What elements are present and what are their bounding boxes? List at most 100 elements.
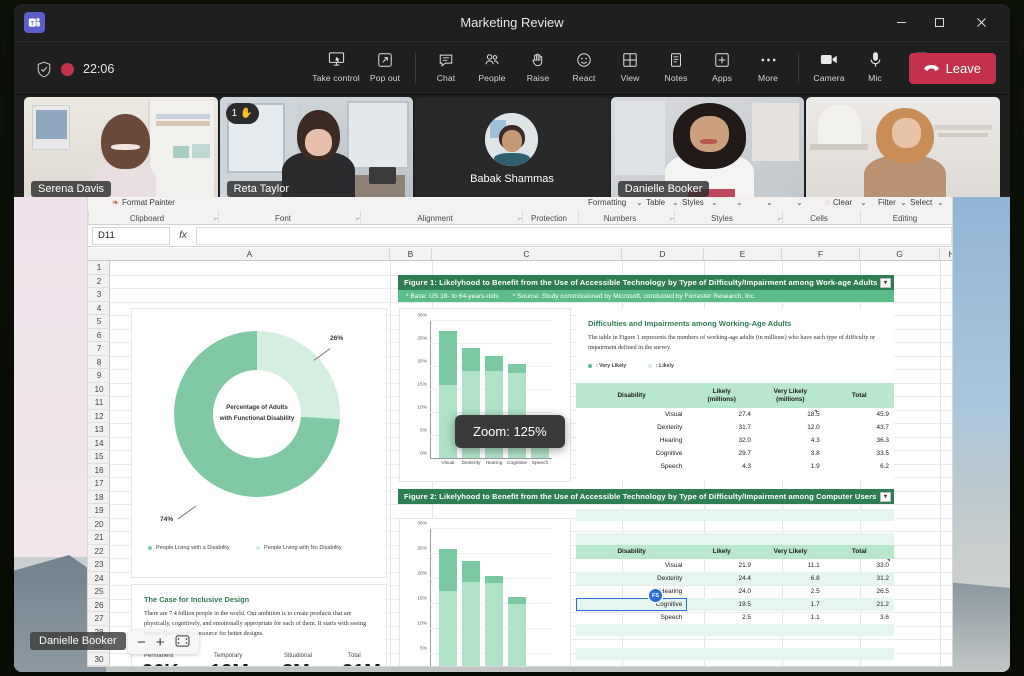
minimize-button[interactable] xyxy=(882,4,920,41)
camera-button[interactable]: Camera xyxy=(806,42,852,83)
zoom-controls[interactable]: − + xyxy=(128,630,199,654)
column-header-A[interactable]: A xyxy=(110,248,390,261)
row-header-15[interactable]: 15 xyxy=(88,450,110,464)
row-header-26[interactable]: 26 xyxy=(88,599,110,612)
row-header-10[interactable]: 10 xyxy=(88,383,110,396)
conditional-formatting-label[interactable]: Formatting xyxy=(588,198,626,207)
insert-cells-chevron-icon[interactable]: ⌄ xyxy=(736,198,743,207)
table-row[interactable]: Speech 4.3 1.9 6.2 xyxy=(576,460,894,473)
table-row[interactable]: Hearing 24.0 2.5 26.5 xyxy=(576,585,894,598)
table-row[interactable]: Cognitive 29.7 3.8 33.5 xyxy=(576,447,894,460)
row-header-23[interactable]: 23 xyxy=(88,558,110,572)
filter-label[interactable]: Filter xyxy=(878,198,896,207)
row-header-11[interactable]: 11 xyxy=(88,396,110,410)
participant-tile-danielle-booker[interactable]: Danielle Booker xyxy=(610,97,805,203)
row-header-19[interactable]: 19 xyxy=(88,504,110,518)
zoom-in-button[interactable]: + xyxy=(156,635,165,650)
leave-button[interactable]: Leave xyxy=(908,53,996,84)
comment-flag-icon[interactable] xyxy=(887,559,890,562)
zoom-out-button[interactable]: − xyxy=(137,635,146,650)
table-row[interactable]: Dexterity 24.4 6.8 31.2 xyxy=(576,572,894,585)
column-header-F[interactable]: F xyxy=(782,248,860,261)
y-tick-25: 25% xyxy=(417,336,427,342)
x-axis xyxy=(430,458,552,459)
row-header-8[interactable]: 8 xyxy=(88,356,110,369)
take-control-button[interactable]: Take control xyxy=(310,42,362,83)
mic-button[interactable]: Mic xyxy=(852,42,898,83)
selected-cell[interactable] xyxy=(576,598,687,611)
format-cells-chevron-icon[interactable]: ⌄ xyxy=(796,198,803,207)
fit-to-screen-icon[interactable] xyxy=(175,634,190,650)
table-row[interactable]: Dexterity 31.7 12.0 43.7 xyxy=(576,421,894,434)
row-header-14[interactable]: 14 xyxy=(88,437,110,450)
column-header-B[interactable]: B xyxy=(390,248,432,261)
table-row[interactable]: Speech 2.5 1.1 3.6 xyxy=(576,611,894,624)
notes-button[interactable]: Notes xyxy=(653,42,699,83)
more-button[interactable]: More xyxy=(745,42,791,83)
legend-label-likely: : Likely xyxy=(656,363,674,369)
format-painter-label[interactable]: Format Painter xyxy=(122,198,175,207)
table-row[interactable]: Visual 21.9 11.1 33.0 xyxy=(576,559,894,572)
participant-tile-serena-davis[interactable]: Serena Davis xyxy=(24,97,218,203)
name-box[interactable]: D11 xyxy=(92,226,170,245)
column-header-D[interactable]: D xyxy=(622,248,704,261)
row-header-17[interactable]: 17 xyxy=(88,477,110,491)
insert-function-icon[interactable]: fx xyxy=(170,230,196,241)
view-button[interactable]: View xyxy=(607,42,653,83)
row-header-25[interactable]: 25 xyxy=(88,585,110,599)
gridline-vertical xyxy=(940,261,941,666)
row-header-4[interactable]: 4 xyxy=(88,302,110,315)
row-header-22[interactable]: 22 xyxy=(88,545,110,558)
column-header-H[interactable]: H xyxy=(940,248,952,261)
row-header-3[interactable]: 3 xyxy=(88,288,110,302)
column-header-E[interactable]: E xyxy=(704,248,782,261)
row-header-13[interactable]: 13 xyxy=(88,423,110,437)
participant-tile-babak-shammas[interactable]: Babak Shammas xyxy=(415,97,609,203)
formula-input[interactable] xyxy=(196,226,952,245)
maximize-button[interactable] xyxy=(920,4,958,41)
row-header-18[interactable]: 18 xyxy=(88,491,110,504)
participant-tile-reta-taylor[interactable]: 1 ✋ Reta Taylor xyxy=(219,97,414,203)
participant-tile-5[interactable] xyxy=(806,97,1000,203)
row-header-16[interactable]: 16 xyxy=(88,464,110,477)
pop-out-button[interactable]: Pop out xyxy=(362,42,408,83)
table-row[interactable]: Hearing 32.0 4.3 36.3 xyxy=(576,434,894,447)
row-header-2[interactable]: 2 xyxy=(88,275,110,288)
column-header-C[interactable]: C xyxy=(432,248,622,261)
column-header-G[interactable]: G xyxy=(860,248,940,261)
take-control-label: Take control xyxy=(312,73,360,83)
row-header-30[interactable]: 30 xyxy=(88,653,110,666)
delete-cells-chevron-icon[interactable]: ⌄ xyxy=(766,198,773,207)
row-header-20[interactable]: 20 xyxy=(88,518,110,531)
row-header-12[interactable]: 12 xyxy=(88,410,110,423)
comment-flag-icon[interactable] xyxy=(814,410,817,413)
raise-hand-button[interactable]: Raise xyxy=(515,42,561,83)
people-button[interactable]: People xyxy=(469,42,515,83)
row-header-6[interactable]: 6 xyxy=(88,329,110,342)
format-as-table-label[interactable]: Table xyxy=(646,198,665,207)
legend-dot-disability xyxy=(148,546,152,550)
table-row[interactable]: Visual 27.4 18.5 45.9 xyxy=(576,408,894,421)
figure1-source-note: * Source: Study commissioned by Microsof… xyxy=(512,292,756,300)
close-button[interactable] xyxy=(962,4,1000,41)
figure2-filter-dropdown[interactable]: ▾ xyxy=(880,491,891,502)
row-header-21[interactable]: 21 xyxy=(88,531,110,545)
row-header-1[interactable]: 1 xyxy=(88,261,110,275)
apps-button[interactable]: Apps xyxy=(699,42,745,83)
row-header-9[interactable]: 9 xyxy=(88,369,110,383)
chat-button[interactable]: Chat xyxy=(423,42,469,83)
sheet-canvas[interactable]: Figure 1: Likelyhood to Benefit from the… xyxy=(110,261,952,666)
row-header-27[interactable]: 27 xyxy=(88,612,110,626)
row-header-5[interactable]: 5 xyxy=(88,315,110,329)
formula-bar: D11 fx xyxy=(88,225,952,247)
select-label[interactable]: Select xyxy=(910,198,932,207)
clear-label[interactable]: Clear xyxy=(833,198,852,207)
react-button[interactable]: React xyxy=(561,42,607,83)
figure2-table[interactable]: Disability Likely Very Likely Total Visu… xyxy=(576,509,894,666)
figure1-filter-dropdown[interactable]: ▾ xyxy=(880,277,891,288)
row-header-7[interactable]: 7 xyxy=(88,342,110,356)
figure1-table[interactable]: Disability Likely (millions) Very Likely(… xyxy=(576,383,894,475)
row-header-24[interactable]: 24 xyxy=(88,572,110,585)
cell-styles-label[interactable]: Styles xyxy=(682,198,704,207)
shared-screen-stage: ❧ Format Painter Formatting ⌄ Table ⌄ St… xyxy=(14,197,1010,672)
